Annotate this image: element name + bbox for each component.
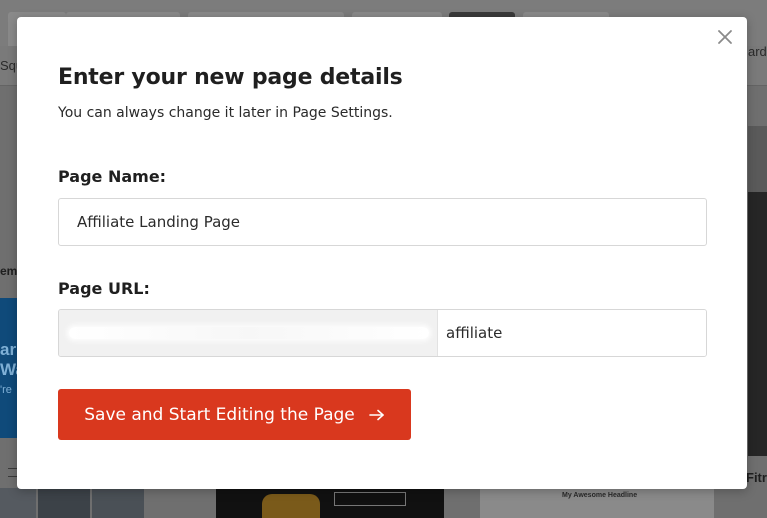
background-right-label: Fitr: [746, 470, 767, 485]
close-button[interactable]: [715, 27, 735, 47]
background-thumbnail: [216, 488, 444, 518]
save-and-edit-label: Save and Start Editing the Page: [84, 404, 355, 425]
background-thumbnail: [0, 488, 36, 518]
page-url-field: [58, 309, 707, 357]
arrow-right-icon: [368, 409, 385, 421]
modal-subtitle: You can always change it later in Page S…: [58, 105, 393, 121]
background-left-label: em: [0, 264, 18, 278]
background-thumbnail: [92, 488, 144, 518]
page-url-slug-input[interactable]: [438, 310, 706, 356]
background-right-text: ard: [748, 44, 767, 59]
page-url-label: Page URL:: [58, 279, 150, 298]
close-icon: [718, 30, 732, 44]
blurred-domain: [69, 327, 429, 339]
page-name-label: Page Name:: [58, 167, 167, 186]
page-name-input[interactable]: [58, 198, 707, 246]
background-thumbnail-detail: [334, 492, 406, 506]
background-thumbnail: [38, 488, 90, 518]
save-and-edit-button[interactable]: Save and Start Editing the Page: [58, 389, 411, 440]
background-headline: My Awesome Headline: [562, 492, 638, 499]
new-page-modal: Enter your new page details You can alwa…: [17, 17, 747, 489]
background-right-panel-top: [748, 126, 767, 192]
url-prefix-blurred: [59, 310, 438, 356]
filter-icon: [8, 468, 17, 477]
background-thumbnail-detail: [262, 494, 320, 518]
modal-title: Enter your new page details: [58, 65, 403, 90]
